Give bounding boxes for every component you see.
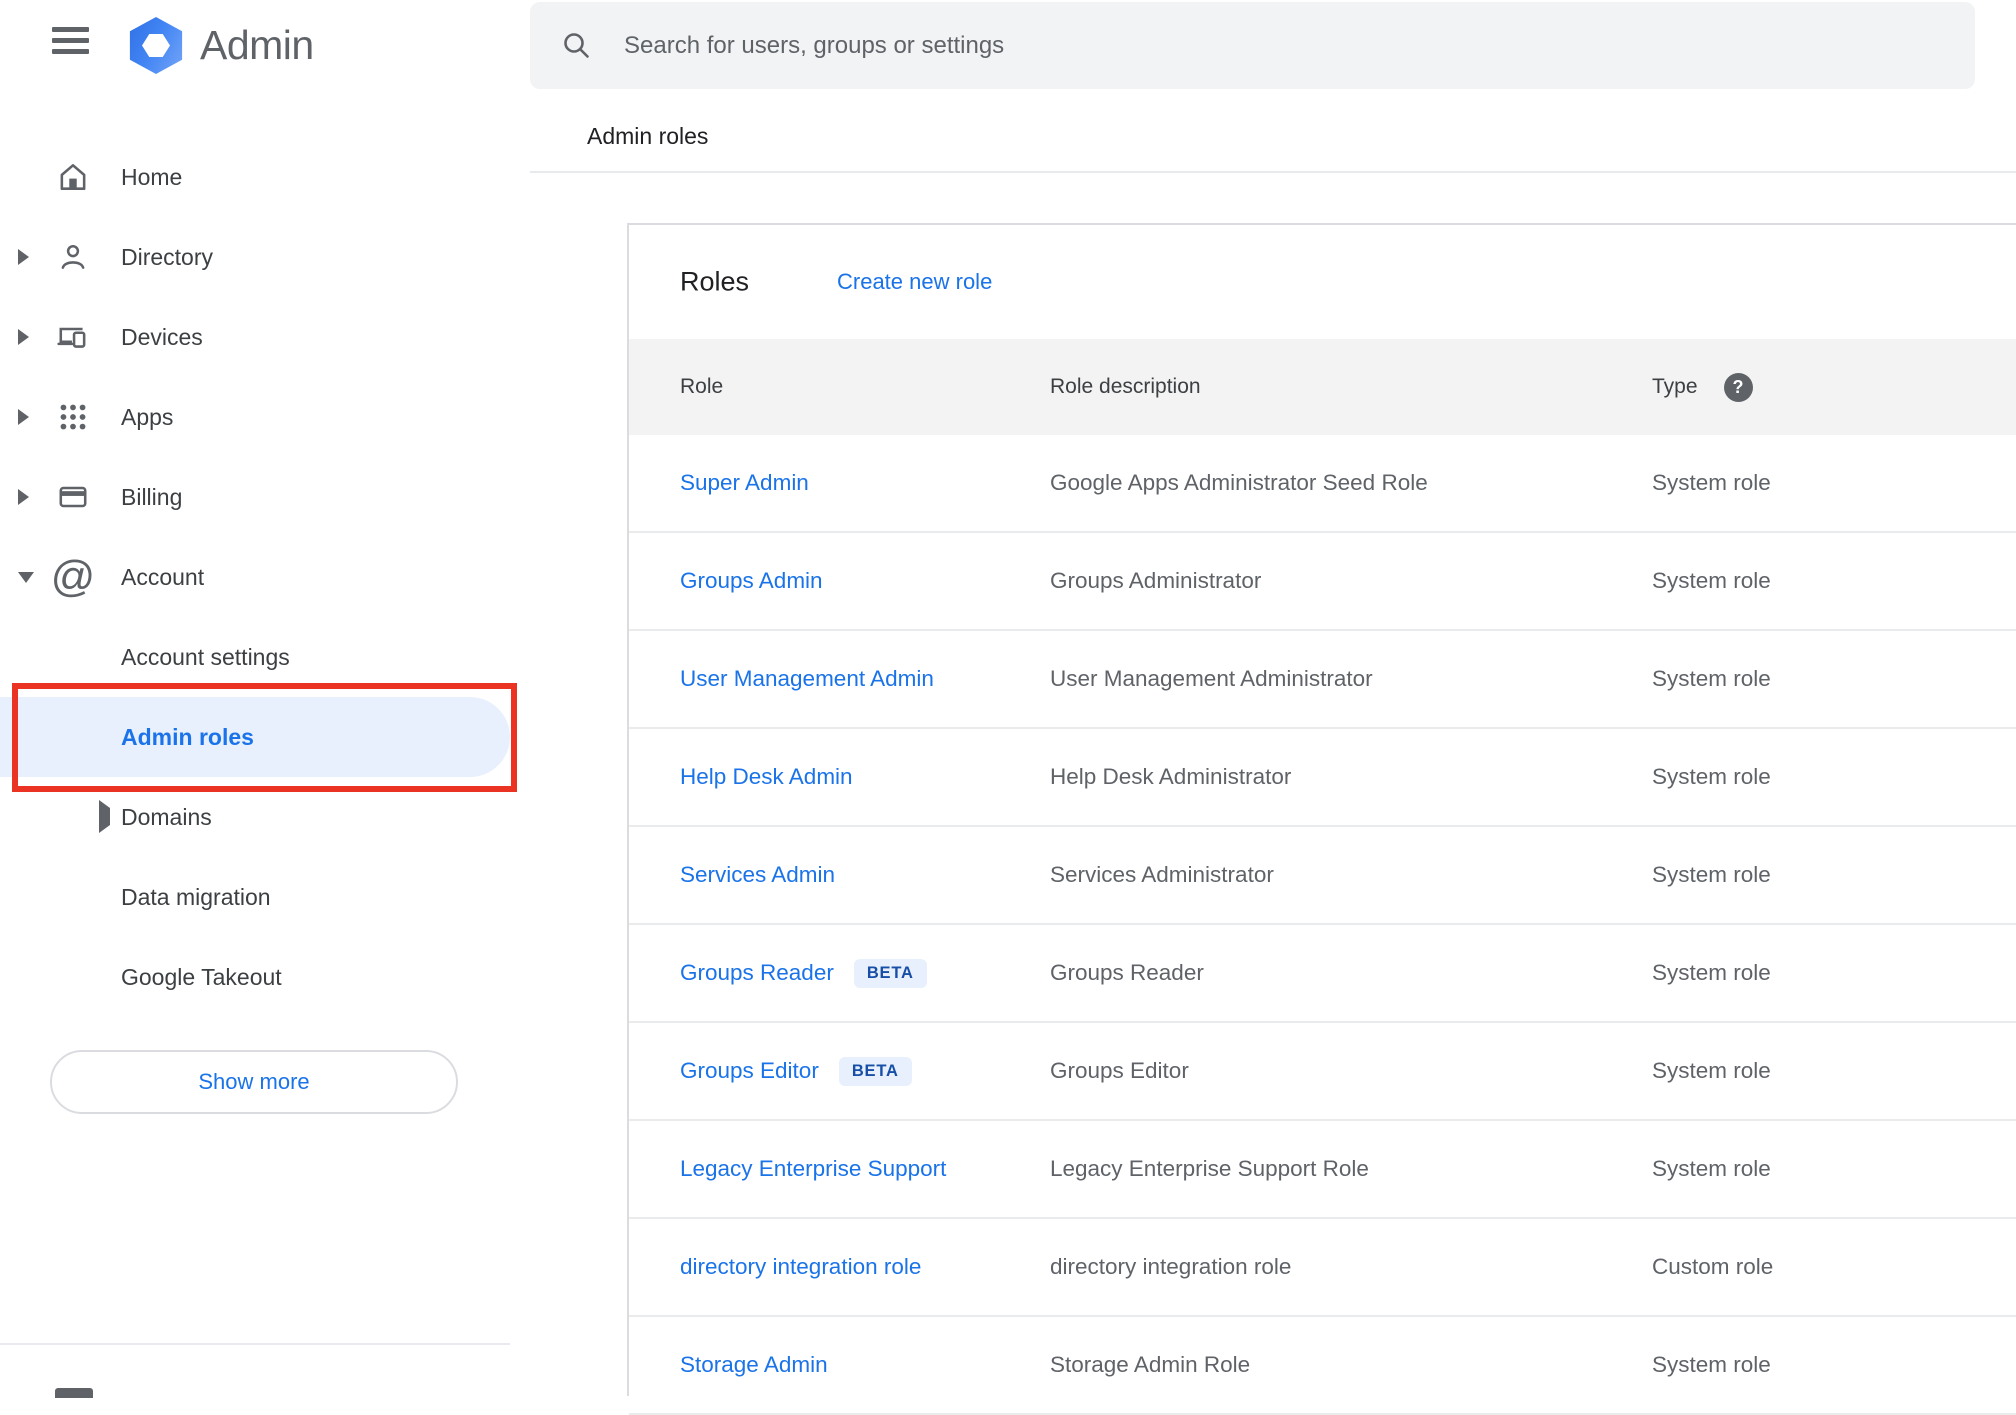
sidebar-item-label: Account: [121, 563, 205, 590]
search-input[interactable]: [624, 31, 1975, 60]
beta-badge: BETA: [838, 1056, 912, 1086]
role-link[interactable]: Groups Admin: [680, 568, 823, 594]
table-row: Services Admin Services Administrator Sy…: [629, 827, 2016, 925]
expand-arrow-icon[interactable]: [18, 249, 29, 265]
sidebar-item-devices[interactable]: Devices: [0, 297, 530, 377]
role-description: Google Apps Administrator Seed Role: [1050, 470, 1428, 495]
role-link[interactable]: Groups Reader: [680, 960, 834, 986]
at-sign-icon: @: [50, 552, 96, 601]
person-icon: [55, 239, 91, 275]
role-type: System role: [1652, 470, 1771, 495]
sidebar-item-label: Devices: [121, 323, 203, 350]
show-more-button[interactable]: Show more: [50, 1050, 458, 1114]
collapse-arrow-icon[interactable]: [18, 571, 34, 583]
expand-arrow-icon[interactable]: [18, 489, 29, 505]
roles-table-body: Super Admin Google Apps Administrator Se…: [629, 435, 2016, 1415]
sidebar-item-data-migration[interactable]: Data migration: [0, 857, 530, 937]
role-link[interactable]: Services Admin: [680, 862, 835, 888]
role-link[interactable]: User Management Admin: [680, 666, 934, 692]
role-link[interactable]: Legacy Enterprise Support: [680, 1156, 946, 1182]
role-description: Services Administrator: [1050, 862, 1274, 887]
sidebar-item-directory[interactable]: Directory: [0, 217, 530, 297]
table-row: Legacy Enterprise Support Legacy Enterpr…: [629, 1121, 2016, 1219]
role-description: Legacy Enterprise Support Role: [1050, 1156, 1369, 1181]
admin-logo-icon: [129, 17, 183, 74]
devices-icon: [55, 319, 91, 355]
role-description: Groups Editor: [1050, 1058, 1189, 1083]
table-row: Help Desk Admin Help Desk Administrator …: [629, 729, 2016, 827]
sidebar-item-label: Apps: [121, 403, 174, 430]
roles-card-header: Roles Create new role: [629, 225, 2016, 339]
column-header-description: Role description: [1050, 375, 1201, 398]
role-type: System role: [1652, 666, 1771, 691]
role-type: Custom role: [1652, 1254, 1774, 1279]
apps-grid-icon: [55, 399, 91, 435]
sidebar-bottom-divider: [0, 1343, 510, 1345]
sidebar-item-home[interactable]: Home: [0, 137, 530, 217]
sidebar-item-domains[interactable]: Domains: [0, 777, 530, 857]
table-row: directory integration role directory int…: [629, 1219, 2016, 1317]
role-type: System role: [1652, 764, 1771, 789]
table-row: Storage Admin Storage Admin Role System …: [629, 1317, 2016, 1415]
sidebar-item-label: Data migration: [121, 883, 271, 910]
search-icon: [564, 32, 589, 58]
sidebar-item-label: Billing: [121, 483, 183, 510]
brand-row: Admin: [0, 0, 530, 92]
sidebar-item-account-settings[interactable]: Account settings: [0, 617, 530, 697]
table-row: Groups Editor BETA Groups Editor System …: [629, 1023, 2016, 1121]
expand-arrow-icon[interactable]: [18, 329, 29, 345]
sidebar: Admin Home Directory Devices Apps Billin…: [0, 0, 530, 1398]
role-link[interactable]: Groups Editor: [680, 1058, 819, 1084]
role-description: User Management Administrator: [1050, 666, 1373, 691]
role-link[interactable]: Help Desk Admin: [680, 764, 853, 790]
role-type: System role: [1652, 862, 1771, 887]
role-link[interactable]: Super Admin: [680, 470, 809, 496]
role-description: directory integration role: [1050, 1254, 1292, 1279]
role-link[interactable]: Storage Admin: [680, 1352, 828, 1378]
help-icon[interactable]: ?: [1723, 372, 1753, 402]
sidebar-item-label: Admin roles: [121, 723, 254, 750]
role-type: System role: [1652, 960, 1771, 985]
partial-bottom-icon: [55, 1388, 93, 1398]
app-title: Admin: [200, 22, 314, 68]
create-new-role-link[interactable]: Create new role: [837, 269, 992, 295]
role-description: Storage Admin Role: [1050, 1352, 1251, 1377]
column-header-role: Role: [680, 375, 724, 398]
role-description: Groups Administrator: [1050, 568, 1262, 593]
role-description: Help Desk Administrator: [1050, 764, 1292, 789]
credit-card-icon: [55, 479, 91, 515]
card-title: Roles: [680, 266, 750, 297]
header-divider: [530, 171, 2016, 173]
role-link[interactable]: directory integration role: [680, 1254, 921, 1280]
home-icon: [55, 159, 91, 195]
sidebar-item-account[interactable]: @ Account: [0, 537, 530, 617]
roles-card: Roles Create new role Role Role descript…: [627, 223, 2016, 1415]
table-row: User Management Admin User Management Ad…: [629, 631, 2016, 729]
sidebar-item-label: Home: [121, 163, 183, 190]
column-header-type: Type ?: [1652, 339, 1753, 435]
hamburger-menu-icon[interactable]: [52, 27, 90, 58]
sidebar-item-label: Domains: [121, 803, 212, 830]
role-description: Groups Reader: [1050, 960, 1204, 985]
expand-arrow-icon[interactable]: [99, 800, 110, 833]
sidebar-item-google-takeout[interactable]: Google Takeout: [0, 937, 530, 1017]
sidebar-item-apps[interactable]: Apps: [0, 377, 530, 457]
role-type: System role: [1652, 1352, 1771, 1377]
expand-arrow-icon[interactable]: [18, 409, 29, 425]
sidebar-item-billing[interactable]: Billing: [0, 457, 530, 537]
breadcrumb: Admin roles: [587, 123, 709, 149]
table-row: Groups Admin Groups Administrator System…: [629, 533, 2016, 631]
sidebar-item-label: Directory: [121, 243, 214, 270]
role-type: System role: [1652, 568, 1771, 593]
beta-badge: BETA: [853, 958, 927, 988]
table-header-row: Role Role description Type ?: [629, 339, 2016, 435]
role-type: System role: [1652, 1156, 1771, 1181]
role-type: System role: [1652, 1058, 1771, 1083]
sidebar-item-label: Google Takeout: [121, 963, 282, 990]
table-row: Groups Reader BETA Groups Reader System …: [629, 925, 2016, 1023]
sidebar-item-label: Account settings: [121, 643, 290, 670]
table-row: Super Admin Google Apps Administrator Se…: [629, 435, 2016, 533]
search-bar[interactable]: [530, 2, 1975, 89]
sidebar-item-admin-roles[interactable]: Admin roles: [0, 697, 530, 777]
